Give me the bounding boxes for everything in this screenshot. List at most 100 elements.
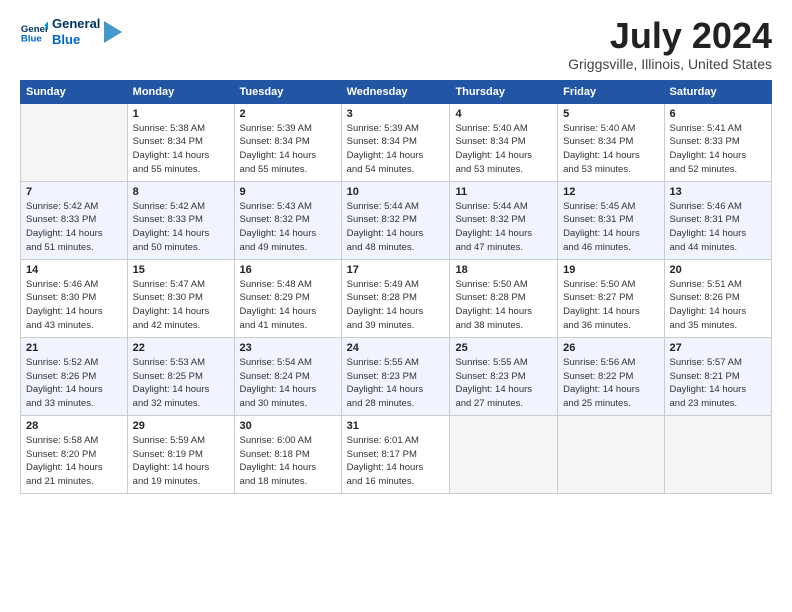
day-number: 18 bbox=[455, 264, 552, 276]
day-cell: 14 Sunrise: 5:46 AM Sunset: 8:30 PM Dayli… bbox=[21, 259, 128, 337]
day-number: 19 bbox=[563, 264, 658, 276]
day-cell: 17Sunrise: 5:49 AM Sunset: 8:28 PM Dayli… bbox=[341, 259, 450, 337]
day-cell: 15 Sunrise: 5:47 AM Sunset: 8:30 PM Dayli… bbox=[127, 259, 234, 337]
day-number: 11 bbox=[455, 186, 552, 198]
day-cell: 28Sunrise: 5:58 AM Sunset: 8:20 PM Dayli… bbox=[21, 415, 128, 493]
day-cell: 20 Sunrise: 5:51 AM Sunset: 8:26 PM Dayli… bbox=[664, 259, 771, 337]
day-cell: 23 Sunrise: 5:54 AM Sunset: 8:24 PM Dayli… bbox=[234, 337, 341, 415]
logo-general: General bbox=[52, 16, 100, 32]
day-number: 4 bbox=[455, 108, 552, 120]
week-row-4: 21Sunrise: 5:52 AM Sunset: 8:26 PM Dayli… bbox=[21, 337, 772, 415]
day-info: Sunrise: 5:53 AM Sunset: 8:25 PM Dayligh… bbox=[133, 356, 229, 411]
day-cell: 3 Sunrise: 5:39 AM Sunset: 8:34 PM Daylig… bbox=[341, 103, 450, 181]
day-info: Sunrise: 5:59 AM Sunset: 8:19 PM Dayligh… bbox=[133, 434, 229, 489]
day-number: 23 bbox=[240, 342, 336, 354]
logo: General Blue General Blue bbox=[20, 16, 122, 47]
day-number: 31 bbox=[347, 420, 445, 432]
day-info: Sunrise: 5:39 AM Sunset: 8:34 PM Dayligh… bbox=[347, 122, 445, 177]
week-row-5: 28Sunrise: 5:58 AM Sunset: 8:20 PM Dayli… bbox=[21, 415, 772, 493]
day-info: Sunrise: 6:00 AM Sunset: 8:18 PM Dayligh… bbox=[240, 434, 336, 489]
day-number: 24 bbox=[347, 342, 445, 354]
day-cell: 6 Sunrise: 5:41 AM Sunset: 8:33 PM Daylig… bbox=[664, 103, 771, 181]
day-number: 13 bbox=[670, 186, 766, 198]
month-title: July 2024 bbox=[568, 16, 772, 56]
day-number: 16 bbox=[240, 264, 336, 276]
day-number: 3 bbox=[347, 108, 445, 120]
day-cell: 30 Sunrise: 6:00 AM Sunset: 8:18 PM Dayli… bbox=[234, 415, 341, 493]
day-cell: 19 Sunrise: 5:50 AM Sunset: 8:27 PM Dayli… bbox=[558, 259, 664, 337]
day-number: 29 bbox=[133, 420, 229, 432]
day-number: 14 bbox=[26, 264, 122, 276]
day-number: 6 bbox=[670, 108, 766, 120]
day-cell: 10Sunrise: 5:44 AM Sunset: 8:32 PM Dayli… bbox=[341, 181, 450, 259]
day-cell bbox=[558, 415, 664, 493]
day-cell: 31 Sunrise: 6:01 AM Sunset: 8:17 PM Dayli… bbox=[341, 415, 450, 493]
day-info: Sunrise: 5:42 AM Sunset: 8:33 PM Dayligh… bbox=[26, 200, 122, 255]
day-info: Sunrise: 5:45 AM Sunset: 8:31 PM Dayligh… bbox=[563, 200, 658, 255]
day-info: Sunrise: 5:51 AM Sunset: 8:26 PM Dayligh… bbox=[670, 278, 766, 333]
day-info: Sunrise: 5:55 AM Sunset: 8:23 PM Dayligh… bbox=[347, 356, 445, 411]
day-cell: 5Sunrise: 5:40 AM Sunset: 8:34 PM Daylig… bbox=[558, 103, 664, 181]
day-info: Sunrise: 5:44 AM Sunset: 8:32 PM Dayligh… bbox=[347, 200, 445, 255]
day-info: Sunrise: 5:40 AM Sunset: 8:34 PM Dayligh… bbox=[563, 122, 658, 177]
day-cell: 4 Sunrise: 5:40 AM Sunset: 8:34 PM Daylig… bbox=[450, 103, 558, 181]
svg-text:Blue: Blue bbox=[21, 33, 42, 44]
day-info: Sunrise: 5:38 AM Sunset: 8:34 PM Dayligh… bbox=[133, 122, 229, 177]
logo-icon: General Blue bbox=[20, 18, 48, 46]
header-saturday: Saturday bbox=[664, 80, 771, 103]
day-number: 9 bbox=[240, 186, 336, 198]
day-info: Sunrise: 5:55 AM Sunset: 8:23 PM Dayligh… bbox=[455, 356, 552, 411]
day-info: Sunrise: 5:46 AM Sunset: 8:31 PM Dayligh… bbox=[670, 200, 766, 255]
day-info: Sunrise: 5:50 AM Sunset: 8:27 PM Dayligh… bbox=[563, 278, 658, 333]
day-cell: 29 Sunrise: 5:59 AM Sunset: 8:19 PM Dayli… bbox=[127, 415, 234, 493]
day-cell bbox=[21, 103, 128, 181]
week-row-2: 7 Sunrise: 5:42 AM Sunset: 8:33 PM Daylig… bbox=[21, 181, 772, 259]
day-info: Sunrise: 5:47 AM Sunset: 8:30 PM Dayligh… bbox=[133, 278, 229, 333]
header-tuesday: Tuesday bbox=[234, 80, 341, 103]
day-number: 8 bbox=[133, 186, 229, 198]
logo-arrow-icon bbox=[104, 21, 122, 43]
day-info: Sunrise: 5:49 AM Sunset: 8:28 PM Dayligh… bbox=[347, 278, 445, 333]
location: Griggsville, Illinois, United States bbox=[568, 56, 772, 72]
day-number: 30 bbox=[240, 420, 336, 432]
header-friday: Friday bbox=[558, 80, 664, 103]
calendar-header-row: SundayMondayTuesdayWednesdayThursdayFrid… bbox=[21, 80, 772, 103]
day-cell: 21Sunrise: 5:52 AM Sunset: 8:26 PM Dayli… bbox=[21, 337, 128, 415]
week-row-3: 14 Sunrise: 5:46 AM Sunset: 8:30 PM Dayli… bbox=[21, 259, 772, 337]
day-info: Sunrise: 5:57 AM Sunset: 8:21 PM Dayligh… bbox=[670, 356, 766, 411]
day-info: Sunrise: 5:39 AM Sunset: 8:34 PM Dayligh… bbox=[240, 122, 336, 177]
day-info: Sunrise: 5:44 AM Sunset: 8:32 PM Dayligh… bbox=[455, 200, 552, 255]
day-number: 20 bbox=[670, 264, 766, 276]
day-info: Sunrise: 5:58 AM Sunset: 8:20 PM Dayligh… bbox=[26, 434, 122, 489]
day-cell: 8 Sunrise: 5:42 AM Sunset: 8:33 PM Daylig… bbox=[127, 181, 234, 259]
day-cell: 16Sunrise: 5:48 AM Sunset: 8:29 PM Dayli… bbox=[234, 259, 341, 337]
day-number: 22 bbox=[133, 342, 229, 354]
day-info: Sunrise: 5:50 AM Sunset: 8:28 PM Dayligh… bbox=[455, 278, 552, 333]
day-number: 7 bbox=[26, 186, 122, 198]
logo-blue: Blue bbox=[52, 32, 100, 48]
day-number: 15 bbox=[133, 264, 229, 276]
day-info: Sunrise: 5:52 AM Sunset: 8:26 PM Dayligh… bbox=[26, 356, 122, 411]
day-cell: 11 Sunrise: 5:44 AM Sunset: 8:32 PM Dayli… bbox=[450, 181, 558, 259]
day-info: Sunrise: 5:42 AM Sunset: 8:33 PM Dayligh… bbox=[133, 200, 229, 255]
day-cell: 27 Sunrise: 5:57 AM Sunset: 8:21 PM Dayli… bbox=[664, 337, 771, 415]
day-info: Sunrise: 5:46 AM Sunset: 8:30 PM Dayligh… bbox=[26, 278, 122, 333]
day-info: Sunrise: 5:40 AM Sunset: 8:34 PM Dayligh… bbox=[455, 122, 552, 177]
header-sunday: Sunday bbox=[21, 80, 128, 103]
day-info: Sunrise: 5:41 AM Sunset: 8:33 PM Dayligh… bbox=[670, 122, 766, 177]
day-cell: 24 Sunrise: 5:55 AM Sunset: 8:23 PM Dayli… bbox=[341, 337, 450, 415]
week-row-1: 1 Sunrise: 5:38 AM Sunset: 8:34 PM Daylig… bbox=[21, 103, 772, 181]
day-cell bbox=[450, 415, 558, 493]
day-number: 27 bbox=[670, 342, 766, 354]
day-number: 25 bbox=[455, 342, 552, 354]
header-monday: Monday bbox=[127, 80, 234, 103]
day-info: Sunrise: 5:56 AM Sunset: 8:22 PM Dayligh… bbox=[563, 356, 658, 411]
day-cell: 7 Sunrise: 5:42 AM Sunset: 8:33 PM Daylig… bbox=[21, 181, 128, 259]
day-info: Sunrise: 6:01 AM Sunset: 8:17 PM Dayligh… bbox=[347, 434, 445, 489]
calendar-table: SundayMondayTuesdayWednesdayThursdayFrid… bbox=[20, 80, 772, 494]
day-cell: 12Sunrise: 5:45 AM Sunset: 8:31 PM Dayli… bbox=[558, 181, 664, 259]
day-number: 2 bbox=[240, 108, 336, 120]
day-number: 1 bbox=[133, 108, 229, 120]
day-info: Sunrise: 5:54 AM Sunset: 8:24 PM Dayligh… bbox=[240, 356, 336, 411]
day-info: Sunrise: 5:43 AM Sunset: 8:32 PM Dayligh… bbox=[240, 200, 336, 255]
